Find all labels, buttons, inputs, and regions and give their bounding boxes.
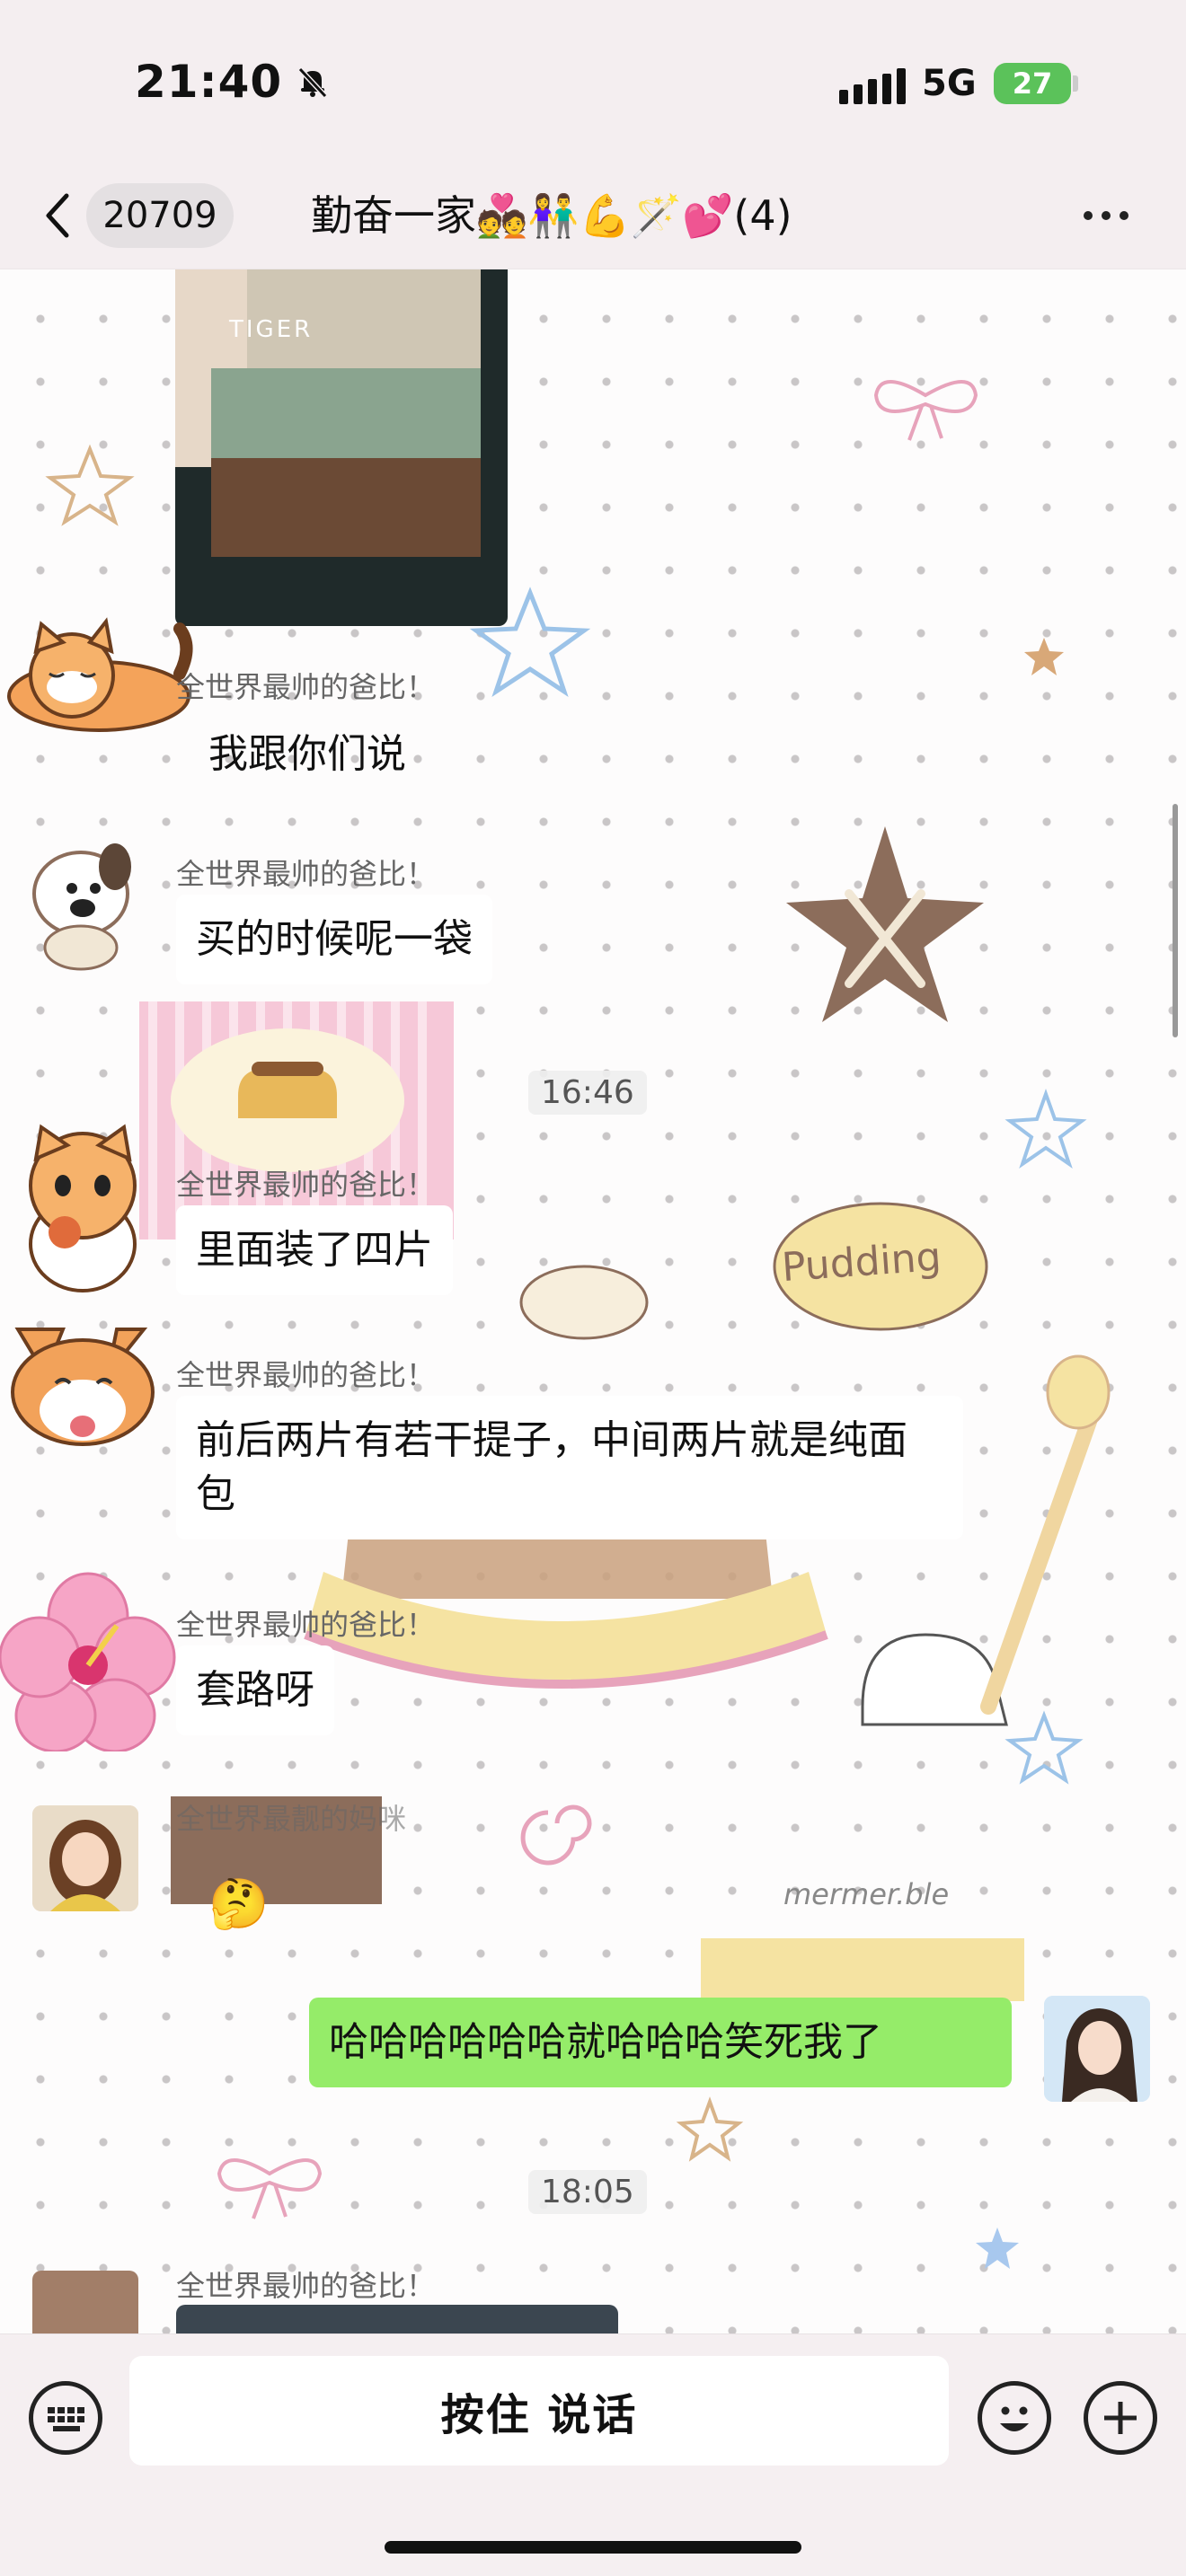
sticker-corgi[interactable] <box>0 1311 171 1464</box>
avatar-dad[interactable] <box>32 2271 138 2333</box>
sticker-hibiscus[interactable] <box>0 1572 176 1751</box>
message-bubble[interactable]: 🤔 <box>189 1859 288 1949</box>
status-time-group: 21:40 <box>135 56 331 108</box>
sticker-lucky-cat[interactable] <box>9 1123 153 1293</box>
message-bubble[interactable]: 我跟你们说 <box>189 710 458 799</box>
chat-area[interactable]: TIGER 全世界最帅的爸比！ 我跟你们说 全世界最帅的爸比！ 买的时候呢一袋 … <box>0 269 1186 2333</box>
hold-to-talk-button[interactable]: 按住 说话 <box>129 2356 949 2466</box>
timestamp: 18:05 <box>528 2170 647 2214</box>
avatar-mom[interactable] <box>32 1805 138 1911</box>
status-bar: 21:40 5G 27 <box>0 0 1186 162</box>
chat-header: 20709 勤奋一家💑👫💪🪄💕(4) <box>0 162 1186 269</box>
home-indicator[interactable] <box>385 2541 801 2554</box>
message-bubble[interactable]: 套路呀 <box>176 1645 334 1735</box>
sticker-dog-avatar[interactable] <box>18 831 153 975</box>
bell-slash-icon <box>297 66 328 99</box>
message-bubble[interactable]: 买的时候呢一袋 <box>176 895 492 984</box>
sender-name: 全世界最靓的妈咪 <box>176 1802 407 1836</box>
battery-tip <box>1073 75 1078 92</box>
sender-name: 全世界最帅的爸比！ <box>176 1608 436 1642</box>
network-type: 5G <box>922 63 977 104</box>
sender-name: 全世界最帅的爸比！ <box>176 857 436 891</box>
signal-icon <box>839 68 906 104</box>
unread-badge[interactable]: 20709 <box>86 183 234 248</box>
battery-indicator: 27 <box>994 63 1071 104</box>
input-toolbar: 按住 说话 <box>0 2333 1186 2576</box>
sender-name: 全世界最帅的爸比！ <box>176 2269 436 2303</box>
sender-name: 全世界最帅的爸比！ <box>176 1168 436 1202</box>
chat-title[interactable]: 勤奋一家💑👫💪🪄💕(4) <box>311 183 792 248</box>
sender-name: 全世界最帅的爸比！ <box>176 1358 436 1392</box>
message-bubble[interactable]: 前后两片有若干提子，中间两片就是纯面包 <box>176 1396 963 1539</box>
status-time: 21:40 <box>135 56 283 108</box>
emoji-icon[interactable] <box>978 2381 1051 2455</box>
watermark: mermer.ble <box>783 1877 950 1911</box>
image-message[interactable]: TIGER <box>175 269 508 626</box>
plus-icon[interactable] <box>1084 2381 1157 2455</box>
scroll-indicator[interactable] <box>1173 804 1178 1037</box>
my-message-bubble[interactable]: 哈哈哈哈哈哈就哈哈哈笑死我了 <box>309 1998 1012 2087</box>
back-icon[interactable] <box>40 189 75 243</box>
image-overlay-text: TIGER <box>229 316 314 343</box>
more-icon[interactable] <box>1084 207 1137 225</box>
avatar-me[interactable] <box>1044 1996 1150 2102</box>
timestamp: 16:46 <box>528 1071 647 1115</box>
sender-name: 全世界最帅的爸比！ <box>176 670 436 704</box>
keyboard-icon[interactable] <box>29 2381 102 2455</box>
battery-level: 27 <box>1012 66 1053 101</box>
message-bubble[interactable]: 里面装了四片 <box>176 1205 453 1295</box>
image-message-partial[interactable] <box>176 2305 618 2333</box>
